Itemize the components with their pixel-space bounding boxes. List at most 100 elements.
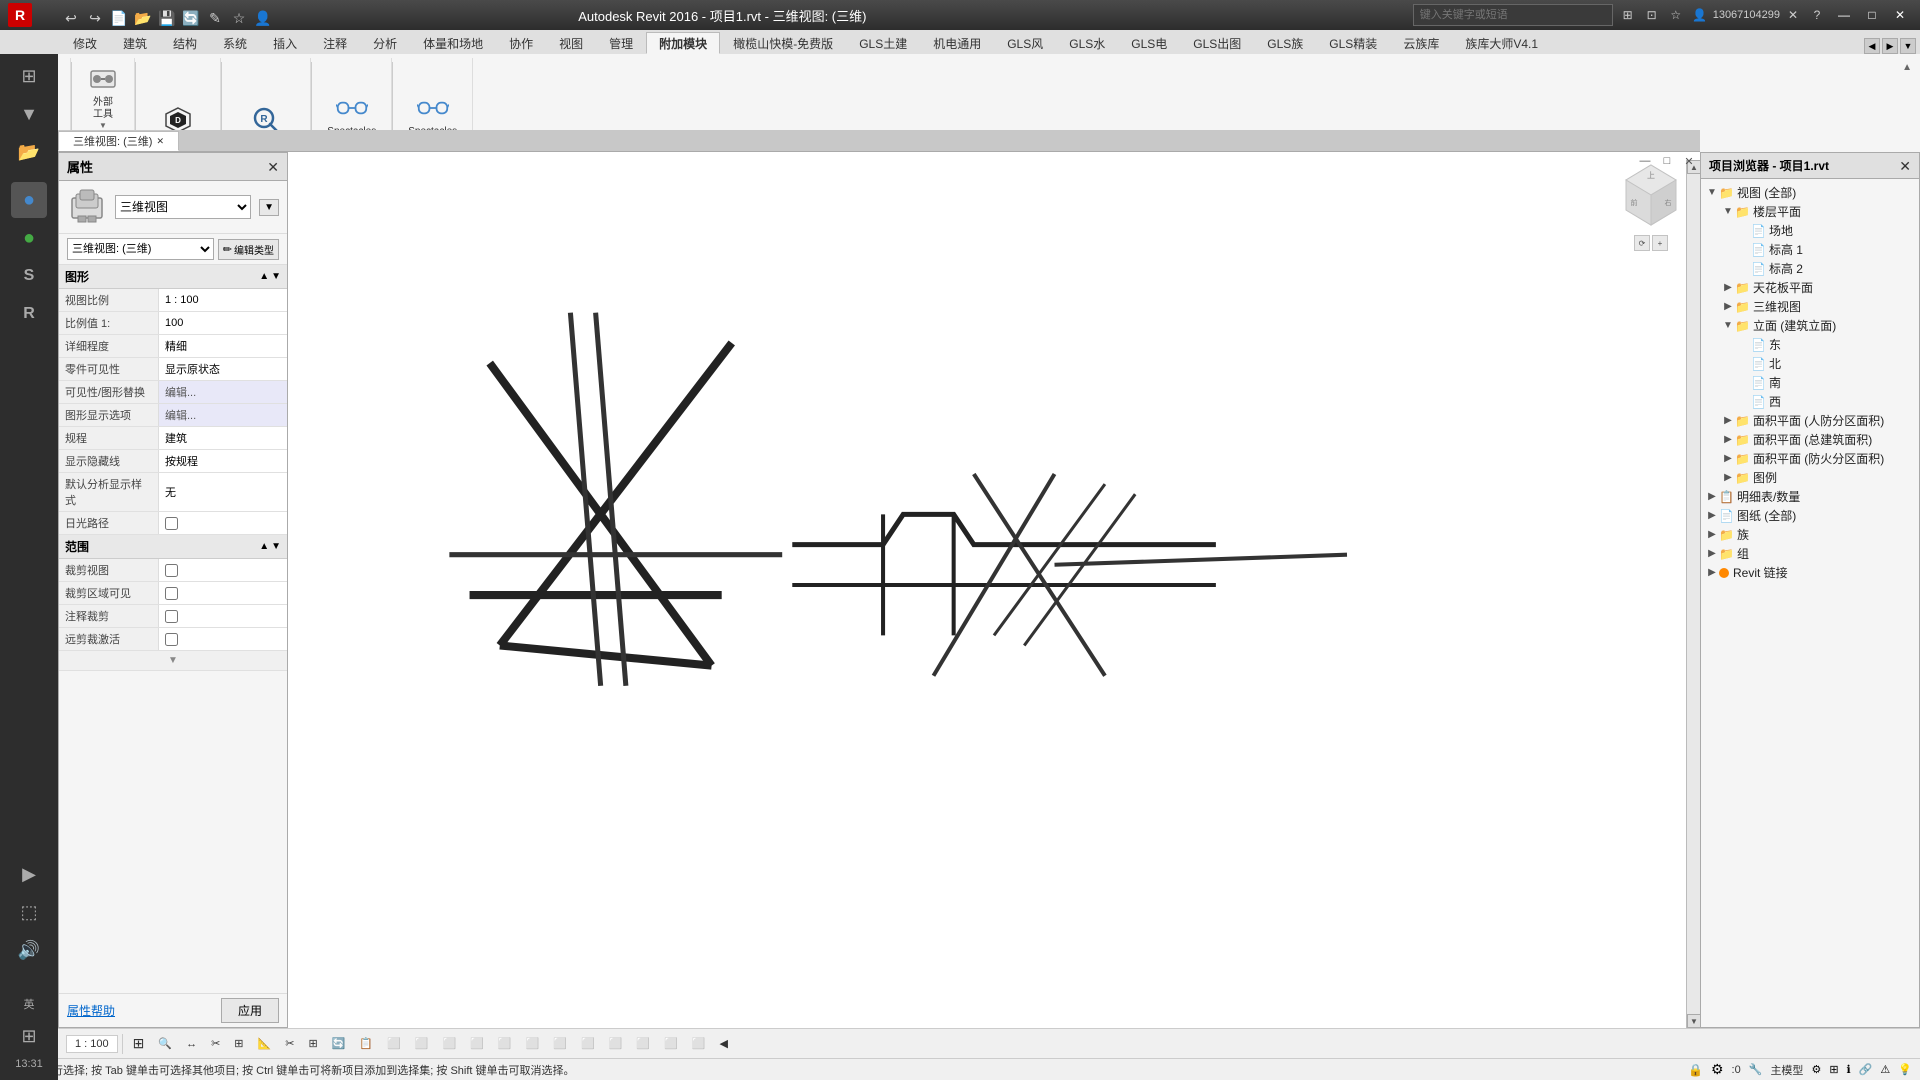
status-bulb-btn[interactable]: 💡	[1898, 1063, 1912, 1076]
toolbar-btn-7[interactable]: ✂	[279, 1035, 300, 1052]
toolbar-btn-19[interactable]: ⬜	[603, 1035, 629, 1052]
toolbar-btn-17[interactable]: ⬜	[547, 1035, 573, 1052]
tree-east[interactable]: 📄 东	[1701, 335, 1919, 354]
sidebar-toggle[interactable]: ▼	[11, 96, 47, 132]
toolbar-btn-21[interactable]: ⬜	[658, 1035, 684, 1052]
tab-gls-wind[interactable]: GLS风	[994, 32, 1056, 54]
tree-legends[interactable]: ▶ 📁 图例	[1701, 468, 1919, 487]
tab-scroll-right[interactable]: ▶	[1882, 38, 1898, 54]
tree-level2[interactable]: 📄 标高 2	[1701, 259, 1919, 278]
crop-view-checkbox[interactable]	[165, 564, 178, 577]
tab-gls-free[interactable]: 橄榄山快模-免费版	[720, 32, 846, 54]
sidebar-s-icon[interactable]: S	[11, 258, 47, 294]
toolbar-btn-11[interactable]: ⬜	[381, 1035, 407, 1052]
title-icon-6[interactable]: ?	[1806, 4, 1828, 26]
tab-mep[interactable]: 机电通用	[920, 32, 994, 54]
prop-section-collapse[interactable]: ▲	[259, 271, 269, 282]
sidebar-nav2[interactable]: ⬚	[11, 894, 47, 930]
scroll-down-btn[interactable]: ▼	[1687, 1014, 1701, 1028]
prop-value-crop-view[interactable]	[159, 559, 287, 581]
toolbar-btn-12[interactable]: ⬜	[409, 1035, 435, 1052]
browser-close-button[interactable]: ✕	[1899, 159, 1911, 173]
main-viewport[interactable]	[288, 152, 1700, 1028]
revit-logo[interactable]: R	[8, 3, 32, 27]
tab-analyze[interactable]: 分析	[360, 32, 410, 54]
status-info-btn[interactable]: ℹ	[1847, 1063, 1851, 1076]
tab-modify[interactable]: 修改	[60, 32, 110, 54]
tab-gls-civil[interactable]: GLS土建	[846, 32, 920, 54]
search-input[interactable]	[1413, 4, 1613, 26]
prop-value-sunpath[interactable]	[159, 512, 287, 534]
toolbar-btn-5[interactable]: ⊞	[228, 1035, 249, 1052]
title-icon-5[interactable]: ✕	[1782, 4, 1804, 26]
tree-north[interactable]: 📄 北	[1701, 354, 1919, 373]
tree-area-total[interactable]: ▶ 📁 面积平面 (总建筑面积)	[1701, 430, 1919, 449]
viewport-tab-close[interactable]: ✕	[156, 136, 164, 147]
prop-value-graphic-display[interactable]: 编辑...	[159, 404, 287, 426]
prop-value-crop-visible[interactable]	[159, 582, 287, 604]
tree-level1[interactable]: 📄 标高 1	[1701, 240, 1919, 259]
tree-groups[interactable]: ▶ 📁 组	[1701, 544, 1919, 563]
tree-ceiling-plans[interactable]: ▶ 📁 天花板平面	[1701, 278, 1919, 297]
qat-save[interactable]: 💾	[156, 7, 178, 29]
sidebar-home[interactable]: ⊞	[11, 58, 47, 94]
qat-sync[interactable]: 🔄	[180, 7, 202, 29]
orbit-button[interactable]: ⟳	[1634, 235, 1650, 251]
tab-addins[interactable]: 附加模块	[646, 32, 720, 54]
toolbar-btn-8[interactable]: ⊞	[302, 1035, 323, 1052]
tab-system[interactable]: 系统	[210, 32, 260, 54]
tab-view[interactable]: 视图	[546, 32, 596, 54]
status-mode-btn[interactable]: 🔧	[1749, 1063, 1763, 1076]
ribbon-collapse-button[interactable]: ▲	[1902, 62, 1912, 73]
prop-value-scale[interactable]	[159, 289, 287, 311]
tree-area-firezone[interactable]: ▶ 📁 面积平面 (防火分区面积)	[1701, 449, 1919, 468]
tab-family-master[interactable]: 族库大师V4.1	[1452, 32, 1551, 54]
toolbar-btn-14[interactable]: ⬜	[464, 1035, 490, 1052]
restore-button[interactable]: □	[1860, 5, 1884, 25]
qat-open[interactable]: 📂	[132, 7, 154, 29]
toolbar-btn-15[interactable]: ⬜	[492, 1035, 518, 1052]
tree-elevations[interactable]: ▼ 📁 立面 (建筑立面)	[1701, 316, 1919, 335]
tab-collaborate[interactable]: 协作	[496, 32, 546, 54]
status-grid-btn[interactable]: ⊞	[1829, 1063, 1838, 1076]
view-cube-widget[interactable]: 上 前 右 ⟳ +	[1616, 160, 1686, 250]
viewport-tab-3d[interactable]: 三维视图: (三维) ✕	[58, 131, 179, 151]
status-link-btn[interactable]: 🔗	[1859, 1063, 1873, 1076]
title-icon-1[interactable]: ⊞	[1617, 4, 1639, 26]
properties-dropdown[interactable]: ▼	[259, 199, 279, 216]
toolbar-btn-16[interactable]: ⬜	[520, 1035, 546, 1052]
prop-section-expand[interactable]: ▼	[271, 271, 281, 282]
qat-star[interactable]: ☆	[228, 7, 250, 29]
toolbar-btn-3[interactable]: ↔	[180, 1036, 203, 1052]
prop-value-annotation-crop[interactable]	[159, 605, 287, 627]
sidebar-grid[interactable]: ⊞	[11, 1018, 47, 1054]
tree-area-fanghu[interactable]: ▶ 📁 面积平面 (人防分区面积)	[1701, 411, 1919, 430]
tab-cloud-family[interactable]: 云族库	[1390, 32, 1452, 54]
prop-section-range-expand[interactable]: ▼	[271, 541, 281, 552]
tab-manage[interactable]: 管理	[596, 32, 646, 54]
tree-west[interactable]: 📄 西	[1701, 392, 1919, 411]
sidebar-sound[interactable]: 🔊	[11, 932, 47, 968]
toolbar-btn-9[interactable]: 🔄	[326, 1035, 352, 1052]
properties-help-link[interactable]: 属性帮助	[67, 1002, 115, 1019]
sidebar-circle-green[interactable]: ●	[11, 220, 47, 256]
tab-scroll-left[interactable]: ◀	[1864, 38, 1880, 54]
tab-structure[interactable]: 结构	[160, 32, 210, 54]
qat-back[interactable]: ↩	[60, 7, 82, 29]
sunpath-checkbox[interactable]	[165, 517, 178, 530]
tab-architecture[interactable]: 建筑	[110, 32, 160, 54]
toolbar-btn-6[interactable]: 📐	[252, 1035, 278, 1052]
status-settings-btn[interactable]: ⚙	[1711, 1061, 1724, 1078]
qat-annotate[interactable]: ✎	[204, 7, 226, 29]
toolbar-btn-22[interactable]: ⬜	[686, 1035, 712, 1052]
sidebar-r-icon[interactable]: R	[11, 296, 47, 332]
tab-insert[interactable]: 插入	[260, 32, 310, 54]
sidebar-open[interactable]: 📂	[11, 134, 47, 170]
prop-value-far-clip[interactable]	[159, 628, 287, 650]
sidebar-nav1[interactable]: ▶	[11, 856, 47, 892]
status-warning-btn[interactable]: ⚠	[1880, 1063, 1890, 1076]
edit-type-button[interactable]: ✏ 编辑类型	[218, 239, 279, 260]
properties-close-button[interactable]: ✕	[267, 160, 279, 174]
tab-mass[interactable]: 体量和场地	[410, 32, 496, 54]
status-settings-btn2[interactable]: ⚙	[1811, 1063, 1821, 1076]
